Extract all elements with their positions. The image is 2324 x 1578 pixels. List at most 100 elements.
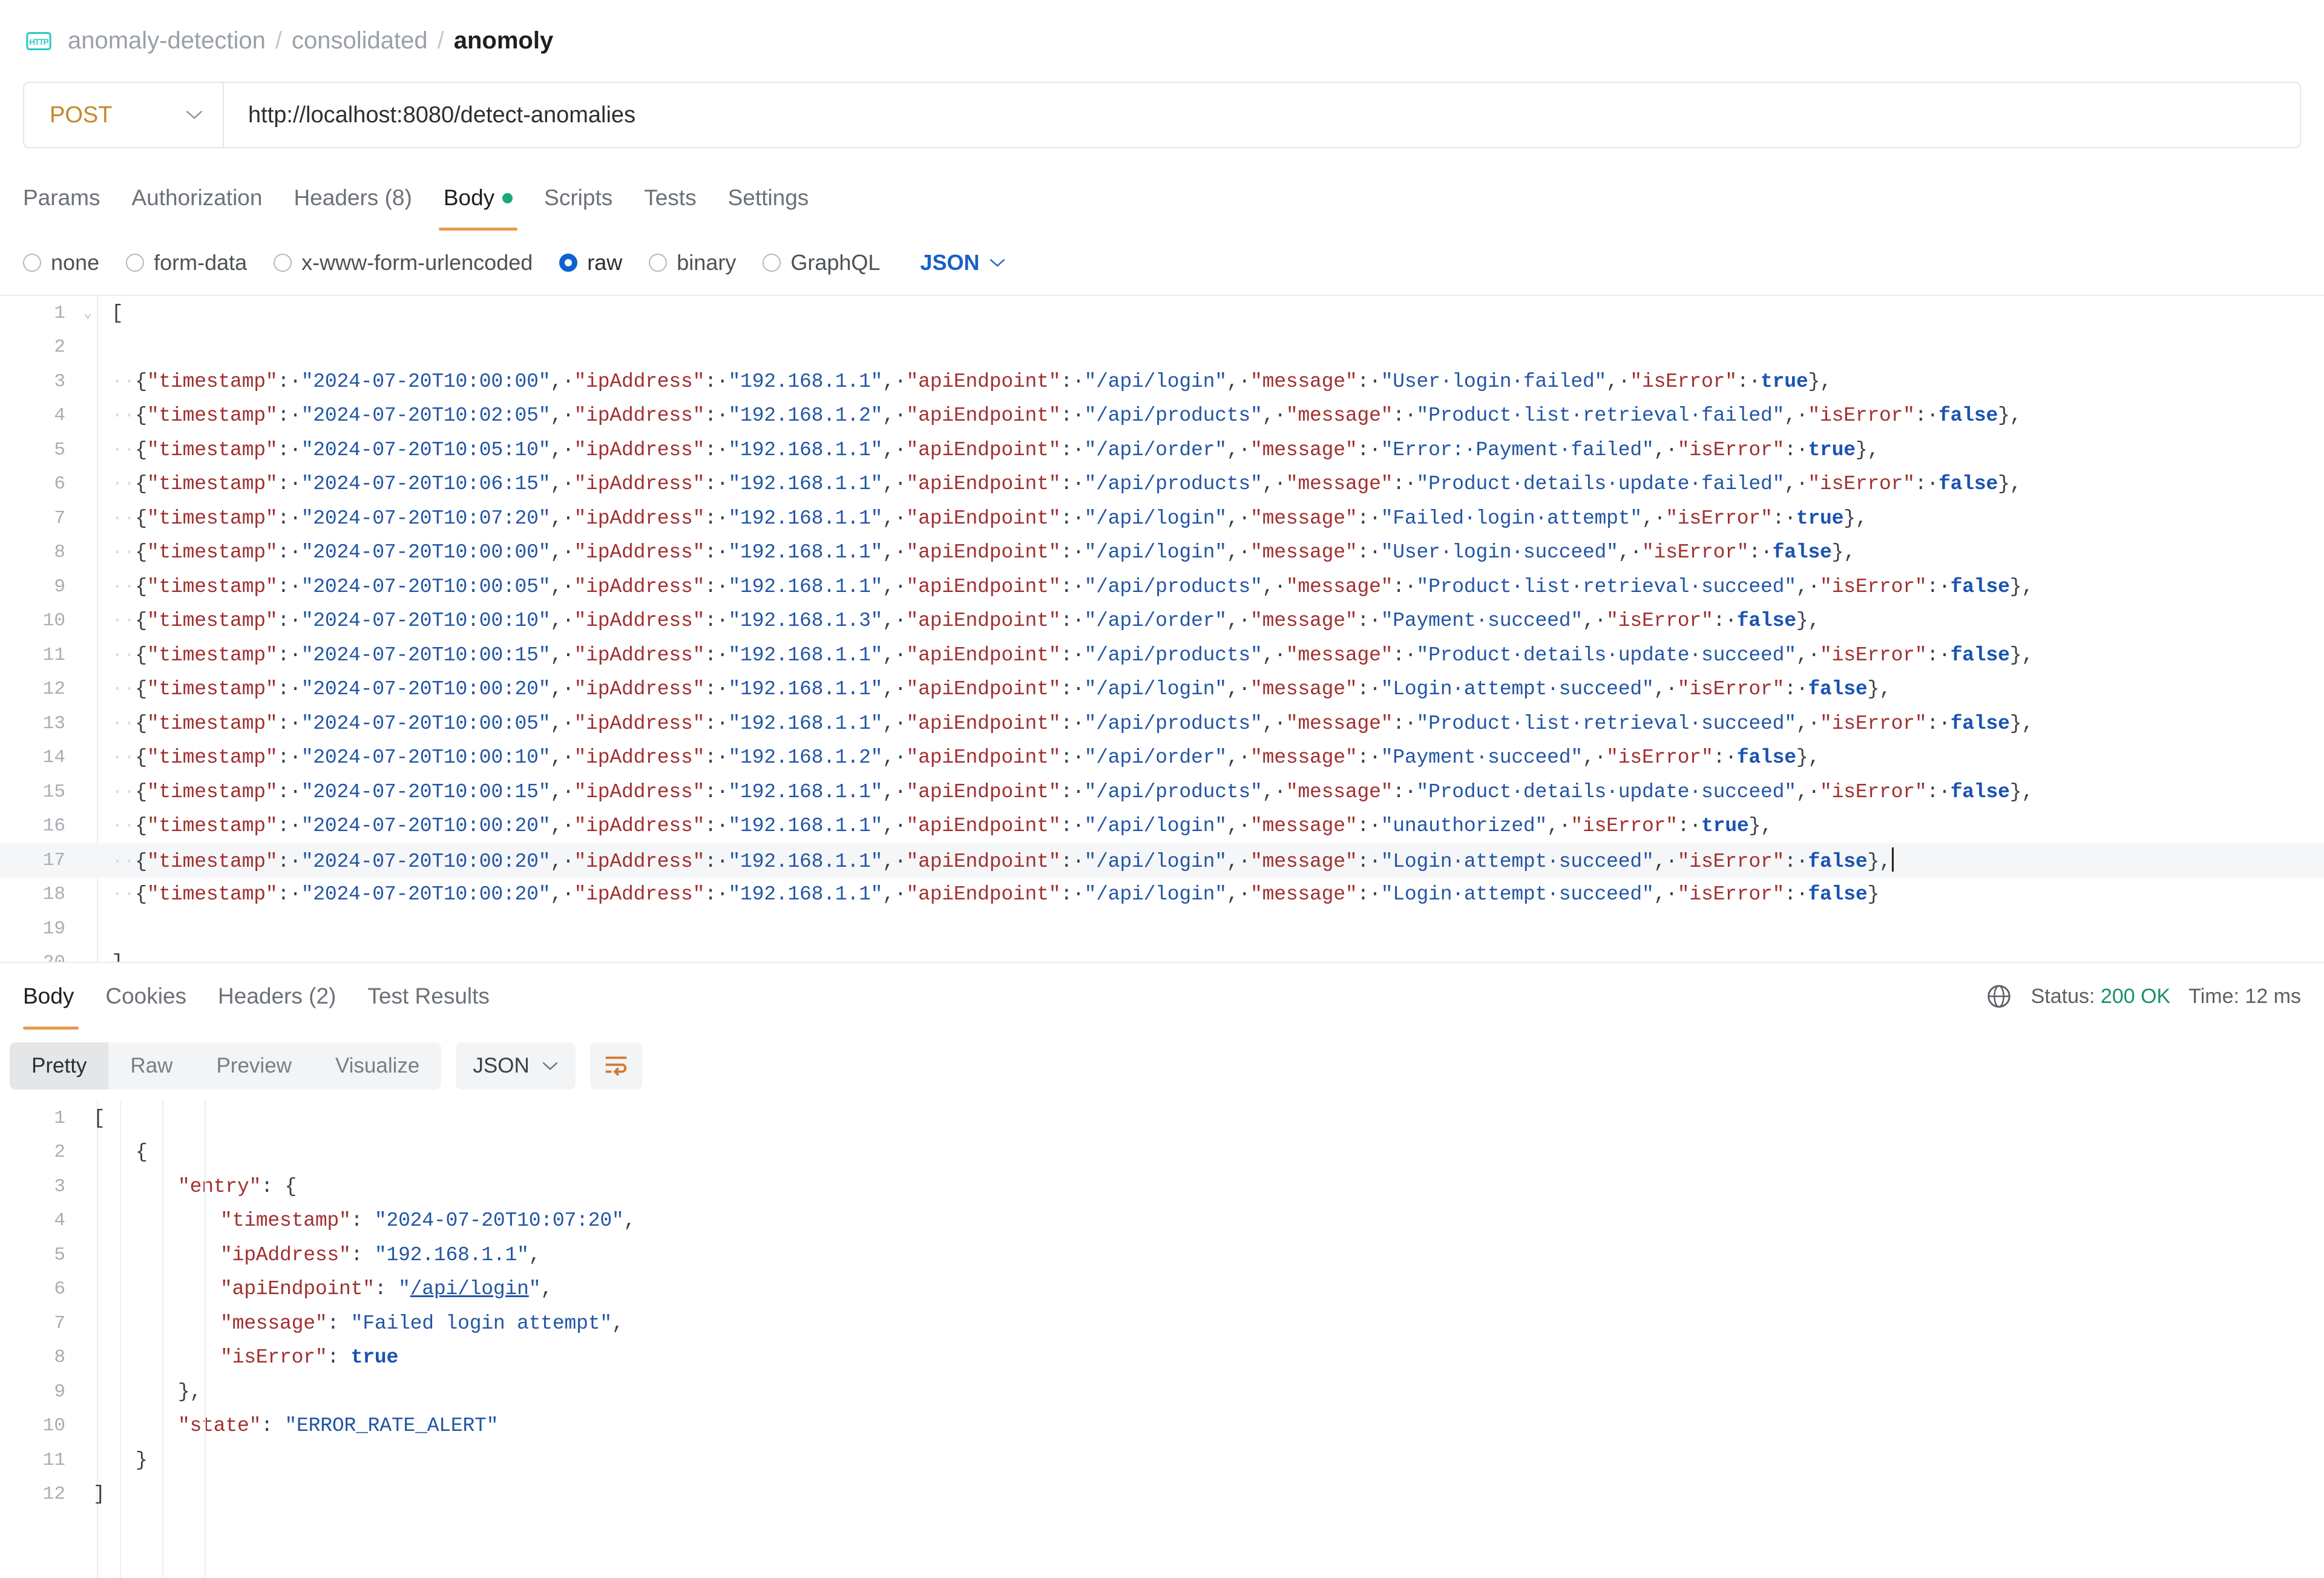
code-line[interactable]: 16··{"timestamp":·"2024-07-20T10:00:20",… (0, 809, 2324, 844)
response-tab-body[interactable]: Body (23, 963, 90, 1030)
response-tab-headers[interactable]: Headers (2) (202, 963, 352, 1030)
code-token: "Product·details·update·failed" (1417, 473, 1785, 495)
radio-icon-selected[interactable] (559, 254, 577, 272)
code-token: "2024-07-20T10:00:20" (301, 678, 551, 700)
code-line-text: "entry": { (79, 1175, 297, 1198)
tab-authorization[interactable]: Authorization (116, 165, 278, 231)
code-token: "Product·list·retrieval·succeed" (1417, 712, 1796, 735)
code-token: "ipAddress" (574, 678, 705, 700)
code-token: "192.168.1.3" (728, 610, 882, 632)
code-line[interactable]: 8"isError": true (0, 1341, 2324, 1375)
code-line[interactable]: 7··{"timestamp":·"2024-07-20T10:07:20",·… (0, 501, 2324, 536)
code-token: /api/login (410, 1278, 529, 1300)
code-line[interactable]: 4"timestamp": "2024-07-20T10:07:20", (0, 1204, 2324, 1238)
radio-icon[interactable] (23, 254, 41, 272)
code-line[interactable]: 10··{"timestamp":·"2024-07-20T10:00:10",… (0, 604, 2324, 639)
code-token: ,· (1227, 370, 1250, 393)
code-line[interactable]: 11} (0, 1443, 2324, 1478)
tab-headers[interactable]: Headers (8) (278, 165, 427, 231)
code-line[interactable]: 19 (0, 912, 2324, 946)
radio-icon[interactable] (126, 254, 144, 272)
code-line[interactable]: 12] (0, 1478, 2324, 1512)
code-line[interactable]: 7"message": "Failed login attempt", (0, 1306, 2324, 1341)
code-line[interactable]: 2{ (0, 1136, 2324, 1170)
code-token: ,· (1262, 644, 1286, 666)
breadcrumb-item-folder[interactable]: consolidated (292, 27, 428, 54)
breadcrumb-item-request[interactable]: anomoly (454, 27, 553, 54)
wrap-text-button[interactable] (590, 1042, 642, 1090)
code-line[interactable]: 6"apiEndpoint": "/api/login", (0, 1272, 2324, 1307)
code-line[interactable]: 4··{"timestamp":·"2024-07-20T10:02:05",·… (0, 399, 2324, 433)
breadcrumb-item-collection[interactable]: anomaly-detection (68, 27, 266, 54)
code-line[interactable]: 2 (0, 330, 2324, 365)
line-number: 1 (0, 303, 79, 324)
code-line[interactable]: 11··{"timestamp":·"2024-07-20T10:00:15",… (0, 638, 2324, 672)
radio-icon[interactable] (763, 254, 781, 272)
body-type-urlencoded[interactable]: x-www-form-urlencoded (274, 250, 533, 275)
button-label: Raw (130, 1054, 172, 1078)
code-line[interactable]: 8··{"timestamp":·"2024-07-20T10:00:00",·… (0, 536, 2324, 570)
code-line[interactable]: 13··{"timestamp":·"2024-07-20T10:00:05",… (0, 706, 2324, 741)
code-token: :· (704, 576, 728, 598)
code-token: "Payment·succeed" (1381, 610, 1583, 632)
response-tab-test-results[interactable]: Test Results (352, 963, 505, 1030)
code-token: :· (1060, 678, 1084, 700)
view-visualize-button[interactable]: Visualize (313, 1042, 441, 1090)
code-token: "ipAddress" (220, 1244, 351, 1266)
response-header: Body Cookies Headers (2) Test Results St… (0, 962, 2324, 1030)
tab-body[interactable]: Body (428, 165, 528, 231)
body-format-select[interactable]: JSON (920, 250, 1006, 275)
line-number: 20 (0, 952, 79, 962)
code-line[interactable]: 9}, (0, 1375, 2324, 1409)
request-body-editor[interactable]: 1⌄[23··{"timestamp":·"2024-07-20T10:00:0… (0, 295, 2324, 962)
code-line[interactable]: 1⌄[ (0, 296, 2324, 330)
code-line[interactable]: 20] (0, 946, 2324, 962)
view-preview-button[interactable]: Preview (194, 1042, 313, 1090)
code-line[interactable]: 5··{"timestamp":·"2024-07-20T10:05:10",·… (0, 433, 2324, 467)
tab-scripts[interactable]: Scripts (528, 165, 628, 231)
code-line[interactable]: 18··{"timestamp":·"2024-07-20T10:00:20",… (0, 878, 2324, 912)
globe-icon (1985, 982, 2013, 1010)
code-token: ·· (111, 439, 135, 461)
fold-toggle-icon[interactable]: ⌄ (79, 305, 97, 321)
code-line[interactable]: 9··{"timestamp":·"2024-07-20T10:00:05",·… (0, 570, 2324, 604)
view-raw-button[interactable]: Raw (108, 1042, 194, 1090)
code-line[interactable]: 5"ipAddress": "192.168.1.1", (0, 1238, 2324, 1272)
radio-icon[interactable] (274, 254, 292, 272)
tab-settings[interactable]: Settings (712, 165, 825, 231)
code-token: :· (1060, 644, 1084, 666)
code-line[interactable]: 15··{"timestamp":·"2024-07-20T10:00:15",… (0, 775, 2324, 809)
tab-params[interactable]: Params (23, 165, 116, 231)
tab-label: Headers (8) (294, 185, 412, 211)
response-body-editor[interactable]: 1[2{3"entry": {4"timestamp": "2024-07-20… (0, 1101, 2324, 1578)
body-type-raw[interactable]: raw (559, 250, 622, 275)
request-code-lines[interactable]: 1⌄[23··{"timestamp":·"2024-07-20T10:00:0… (0, 296, 2324, 962)
code-line[interactable]: 6··{"timestamp":·"2024-07-20T10:06:15",·… (0, 467, 2324, 502)
body-type-binary[interactable]: binary (649, 250, 736, 275)
response-code-lines[interactable]: 1[2{3"entry": {4"timestamp": "2024-07-20… (0, 1101, 2324, 1511)
code-line[interactable]: 3"entry": { (0, 1169, 2324, 1204)
code-line[interactable]: 14··{"timestamp":·"2024-07-20T10:00:10",… (0, 741, 2324, 775)
body-type-none[interactable]: none (23, 250, 99, 275)
text-cursor (1892, 847, 1894, 872)
code-line[interactable]: 12··{"timestamp":·"2024-07-20T10:00:20",… (0, 672, 2324, 707)
code-token: { (135, 712, 147, 735)
radio-icon[interactable] (649, 254, 667, 272)
body-type-graphql[interactable]: GraphQL (763, 250, 880, 275)
method-selector[interactable]: POST (24, 83, 224, 147)
code-token: "apiEndpoint" (907, 644, 1061, 666)
code-line[interactable]: 10"state": "ERROR_RATE_ALERT" (0, 1409, 2324, 1444)
code-token: "/api/login" (1085, 850, 1227, 873)
response-format-select[interactable]: JSON (456, 1042, 575, 1090)
code-token: "ipAddress" (574, 610, 705, 632)
url-input[interactable]: http://localhost:8080/detect-anomalies (224, 83, 2300, 147)
code-line[interactable]: 17··{"timestamp":·"2024-07-20T10:00:20",… (0, 843, 2324, 878)
code-token: ,· (1583, 610, 1606, 632)
code-line[interactable]: 1[ (0, 1101, 2324, 1136)
code-line[interactable]: 3··{"timestamp":·"2024-07-20T10:00:00",·… (0, 364, 2324, 399)
body-type-form-data[interactable]: form-data (126, 250, 247, 275)
view-pretty-button[interactable]: Pretty (10, 1042, 108, 1090)
code-token: "2024-07-20T10:00:20" (301, 850, 551, 873)
tab-tests[interactable]: Tests (628, 165, 712, 231)
response-tab-cookies[interactable]: Cookies (90, 963, 202, 1030)
